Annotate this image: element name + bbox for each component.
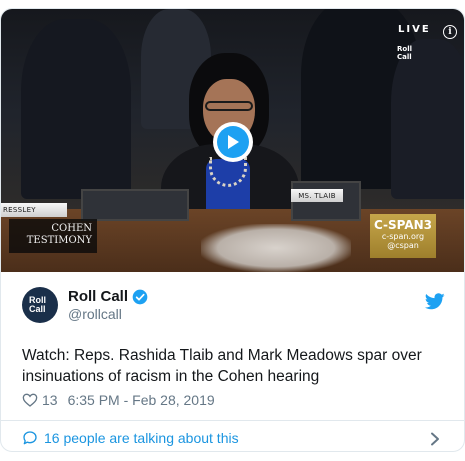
play-button[interactable] (213, 122, 253, 162)
avatar-text: Roll Call (29, 295, 46, 314)
desk-monitor (81, 189, 189, 221)
network-logo-handle: @cspan (387, 241, 419, 250)
background-person (21, 19, 131, 199)
tweet-author[interactable]: Roll Call Roll Call @rollcall (22, 285, 148, 325)
video-player[interactable]: RESSLEY MS. TLAIB COHEN TESTIMONY C-SPAN… (1, 9, 464, 272)
tweet-timestamp[interactable]: 6:35 PM - Feb 28, 2019 (68, 392, 215, 408)
display-name[interactable]: Roll Call (68, 288, 128, 305)
speaker-glasses (205, 101, 253, 111)
foreground-head (201, 224, 351, 272)
network-logo-name: C-SPAN3 (373, 218, 433, 232)
live-label: LIVE (398, 24, 431, 35)
verified-icon (132, 289, 148, 304)
conversation-link[interactable]: 16 people are talking about this (22, 430, 239, 446)
nameplate-center: MS. TLAIB (291, 189, 343, 202)
play-icon (217, 126, 249, 158)
info-icon[interactable]: i (443, 25, 457, 39)
lower-third-line-2: TESTIMONY (26, 235, 92, 246)
twitter-bird-icon[interactable] (425, 293, 445, 310)
avatar[interactable]: Roll Call (22, 287, 58, 323)
lower-third-line-1: COHEN (51, 223, 92, 234)
heart-icon[interactable] (22, 392, 38, 408)
speech-bubble-icon (23, 431, 37, 445)
nameplate-left: RESSLEY (1, 203, 67, 217)
divider (1, 420, 464, 421)
tweet-meta: 13 6:35 PM - Feb 28, 2019 (22, 392, 215, 408)
talking-text[interactable]: 16 people are talking about this (44, 430, 239, 446)
embedded-tweet-card: RESSLEY MS. TLAIB COHEN TESTIMONY C-SPAN… (0, 8, 465, 452)
like-count[interactable]: 13 (42, 392, 58, 408)
lower-third-caption: COHEN TESTIMONY (9, 219, 97, 253)
background-person (391, 39, 464, 199)
chevron-right-icon[interactable] (429, 432, 441, 446)
video-watermark: Roll Call (397, 45, 412, 61)
handle[interactable]: @rollcall (68, 306, 148, 322)
tweet-text: Watch: Reps. Rashida Tlaib and Mark Mead… (22, 347, 422, 385)
author-names: Roll Call @rollcall (68, 288, 148, 322)
network-logo-url: c-span.org (381, 232, 425, 241)
network-logo: C-SPAN3 c-span.org @cspan (370, 214, 436, 258)
name-row: Roll Call (68, 288, 148, 305)
